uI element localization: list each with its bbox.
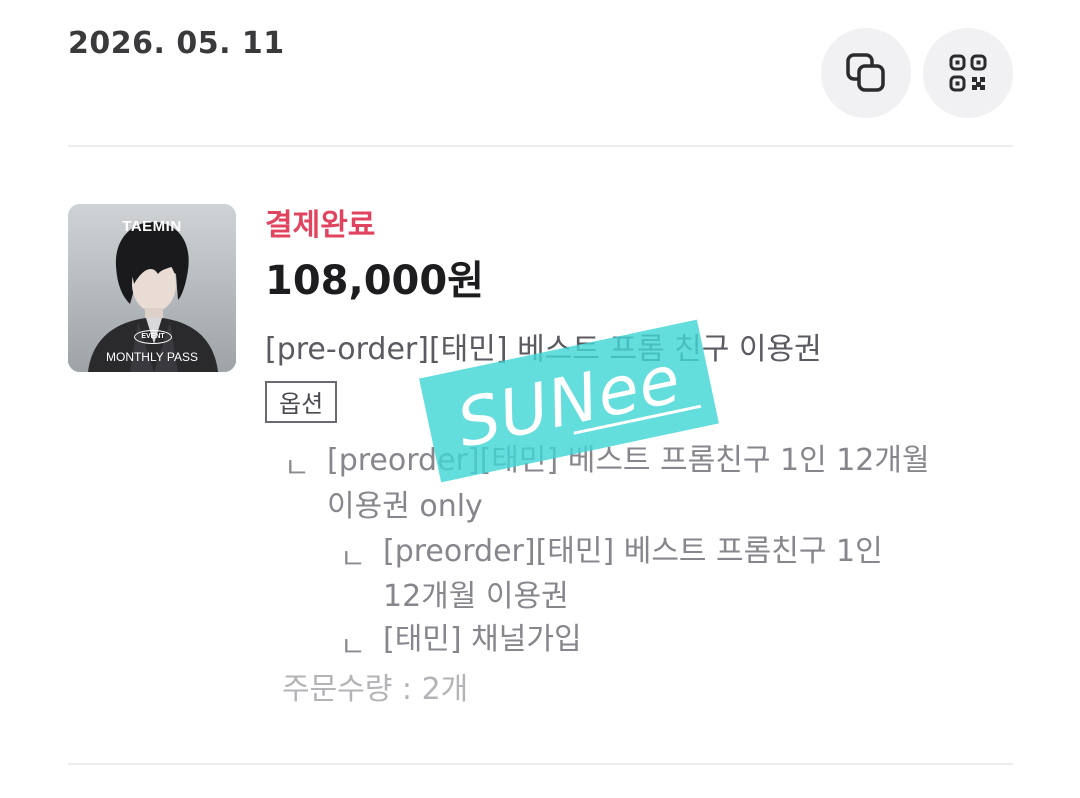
option-item-line: 이용권 only — [327, 489, 483, 524]
product-thumbnail[interactable]: TAEMIN EVENT MONTHLY PASS — [68, 204, 236, 372]
option-tag: 옵션 — [265, 381, 338, 423]
option-item-line: [preorder][태민] 베스트 프롬친구 1인 12개월 — [327, 443, 930, 478]
payment-status: 결제완료 — [265, 208, 376, 243]
qr-code-icon — [949, 54, 987, 92]
order-history-page: 2026. 05. 11 TAEMIN EVENT MONTHLY PASS 결… — [0, 0, 1080, 798]
bottom-divider — [68, 763, 1013, 765]
qr-code-button[interactable] — [923, 28, 1013, 118]
option-item-line: [태민] 채널가입 — [383, 622, 582, 657]
option-item-line: 12개월 이용권 — [383, 579, 569, 614]
thumbnail-artist-name: TAEMIN — [122, 218, 182, 235]
tree-branch-icon: ㄴ — [340, 542, 366, 575]
thumbnail-pass-name: MONTHLY PASS — [105, 350, 199, 364]
tree-branch-icon: ㄴ — [284, 451, 310, 484]
order-date: 2026. 05. 11 — [68, 26, 285, 61]
tree-branch-icon: ㄴ — [340, 630, 366, 663]
option-item-line: [preorder][태민] 베스트 프롬친구 1인 — [383, 534, 883, 569]
copy-icon — [846, 53, 885, 92]
copy-button[interactable] — [821, 28, 911, 118]
order-price: 108,000원 — [265, 258, 484, 304]
thumbnail-event-badge: EVENT — [134, 330, 172, 344]
top-divider — [68, 145, 1013, 147]
order-quantity: 주문수량 : 2개 — [282, 672, 469, 707]
